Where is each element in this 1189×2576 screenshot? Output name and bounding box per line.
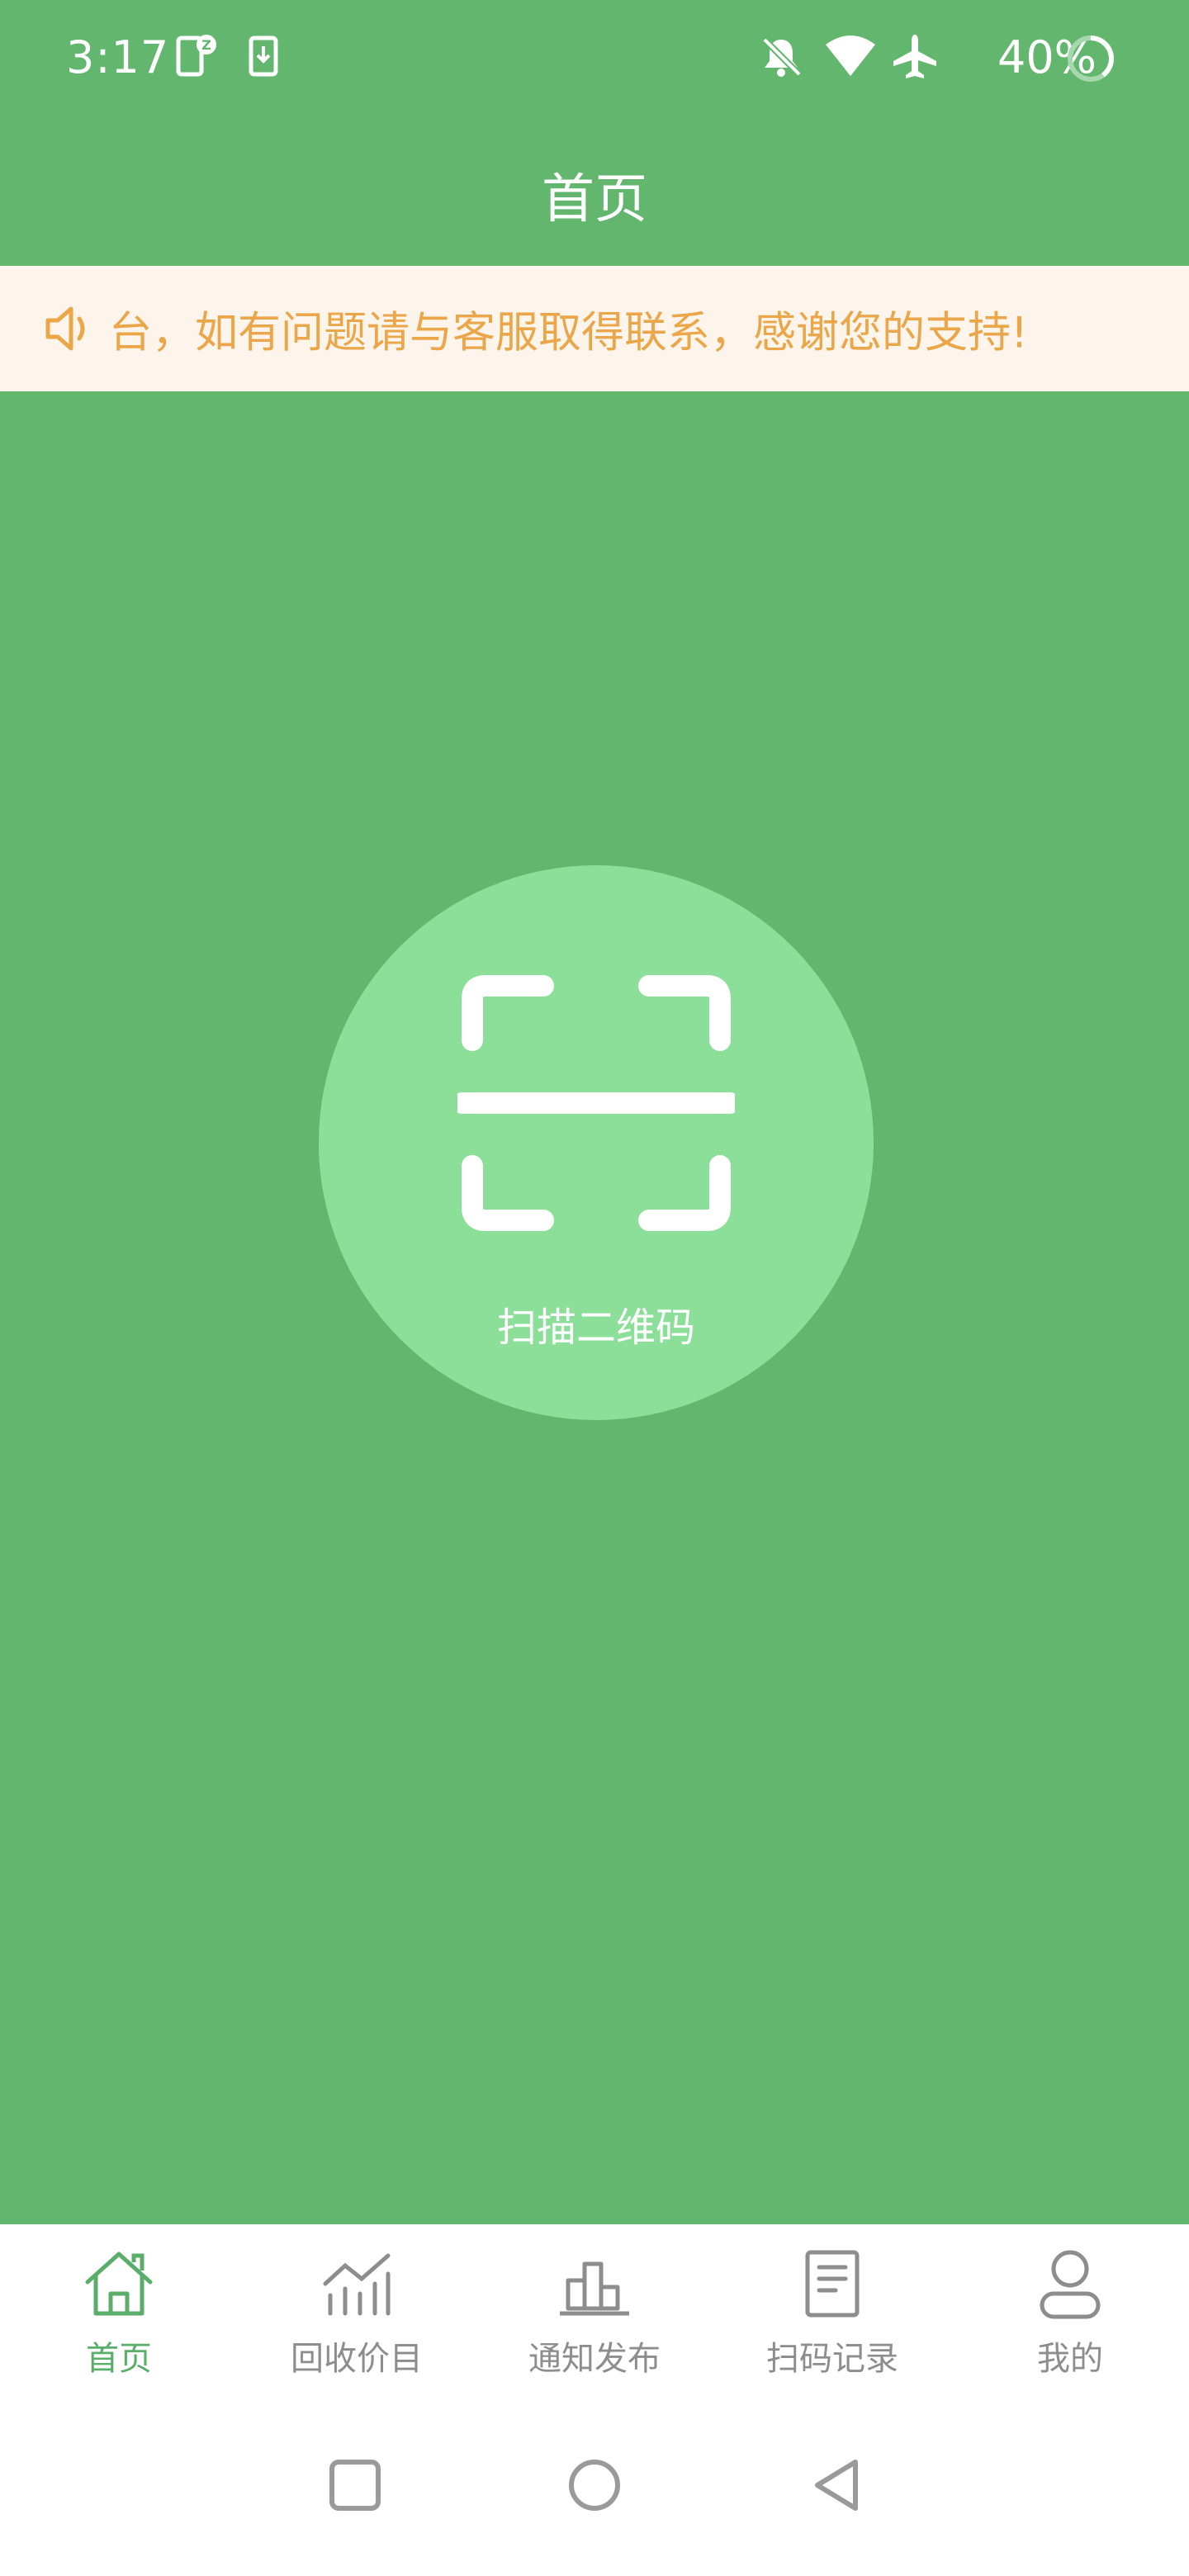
document-icon (793, 2244, 872, 2323)
system-nav-bar (0, 2401, 1189, 2576)
page-title: 首页 (542, 169, 647, 230)
home-icon (79, 2244, 159, 2323)
notice-text: 台，如有问题请与客服取得联系，感谢您的支持! (109, 308, 1028, 358)
home-nav-button[interactable] (566, 2457, 623, 2517)
tab-notice-publish[interactable]: 通知发布 (476, 2224, 713, 2401)
notice-bar: 台，如有问题请与客服取得联系，感谢您的支持! (0, 266, 1189, 391)
recents-button[interactable] (327, 2457, 383, 2517)
scan-qr-button[interactable]: 扫描二维码 (319, 865, 874, 1420)
svg-text:Z: Z (201, 37, 211, 53)
tab-recycle-prices[interactable]: 回收价目 (238, 2224, 476, 2401)
tab-mine[interactable]: 我的 (951, 2224, 1189, 2401)
tab-label: 回收价目 (291, 2340, 423, 2378)
tab-label: 通知发布 (528, 2340, 661, 2378)
bar-icon (555, 2244, 634, 2323)
chart-icon (317, 2244, 396, 2323)
speaker-icon (41, 301, 97, 360)
status-time: 3:17 (66, 31, 170, 83)
tab-label: 扫码记录 (766, 2340, 898, 2378)
bottom-tab-bar: 首页 回收价目 通知发布 扫码记录 我的 (0, 2224, 1189, 2401)
download-icon (248, 33, 281, 83)
tab-home[interactable]: 首页 (0, 2224, 238, 2401)
scan-qr-icon (452, 971, 741, 1238)
status-bar: 3:17 Z 40% (0, 0, 1189, 124)
notification-z-icon: Z (175, 33, 218, 83)
user-icon (1030, 2244, 1110, 2323)
scan-label: 扫描二维码 (496, 1305, 695, 1351)
bell-muted-icon (758, 33, 804, 83)
airplane-icon (890, 33, 940, 83)
wifi-icon (824, 33, 877, 83)
back-button[interactable] (809, 2457, 865, 2517)
tab-scan-records[interactable]: 扫码记录 (713, 2224, 951, 2401)
tab-label: 我的 (1037, 2340, 1103, 2378)
tab-label: 首页 (86, 2340, 152, 2378)
title-bar: 首页 (0, 124, 1189, 266)
battery-ring-icon (1065, 33, 1116, 88)
